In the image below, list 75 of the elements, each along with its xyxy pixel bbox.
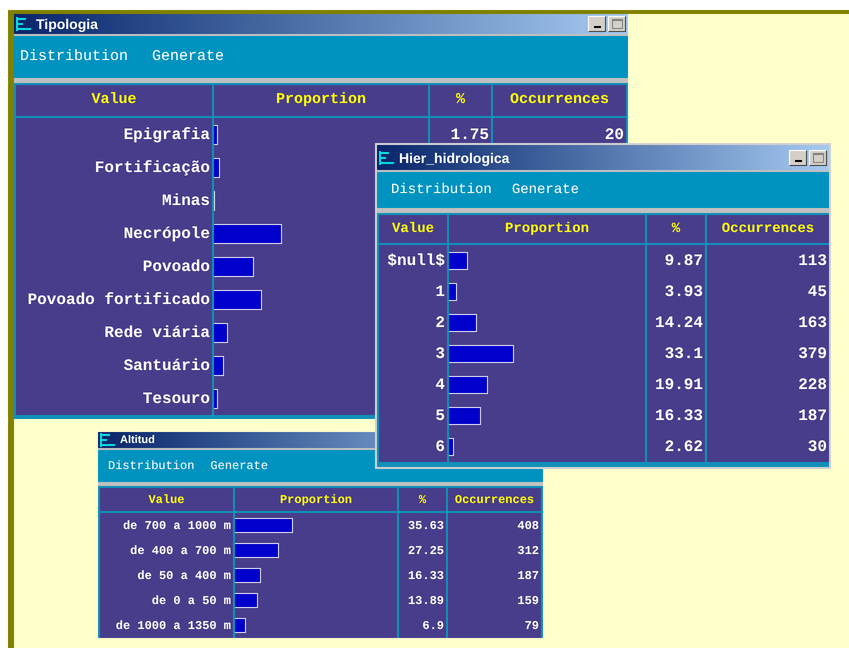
table-cell-text: 408 [517,518,539,534]
table-cell: 4 [379,369,447,400]
table-cell-text: 312 [517,542,539,560]
table-cell-text: 13.89 [408,592,444,610]
table-cell: $null$ [379,245,447,276]
maximize-button[interactable] [809,150,827,166]
column-header: % [647,215,705,243]
table-cell-text: 187 [517,568,539,584]
table-cell-text: 163 [798,312,827,334]
table-cell-text: 19.91 [654,374,703,396]
minimize-button[interactable] [588,16,606,32]
window-title: Tipologia [36,17,98,31]
table-cell: de 0 a 50 m [100,588,233,613]
table-cell-text: 30 [808,436,827,458]
table-cell: Necrópole [16,217,212,250]
table-cell-text: 45 [808,282,827,302]
window-icon [16,17,32,31]
maximize-button[interactable] [608,16,626,32]
table-cell-text: 20 [604,124,624,146]
table-cell: Fortificação [16,151,212,184]
menu-item[interactable]: Generate [152,46,224,68]
table-cell-text: 228 [798,374,827,396]
menu-item[interactable]: Distribution [20,46,128,68]
column-header: Value [379,215,447,243]
table-cell-text: 6.9 [422,618,444,634]
table-cell: 1 [379,276,447,307]
minimize-button[interactable] [789,150,807,166]
table-cell: 6 [379,431,447,462]
table-cell: de 400 a 700 m [100,538,233,563]
table-cell: 2 [379,307,447,338]
table-cell: Epigrafia [16,118,212,151]
table-cell: de 700 a 1000 m [100,513,233,538]
table-cell-text: 33.1 [664,344,703,364]
table-cell-text: 379 [798,344,827,364]
menu-item[interactable]: Distribution [391,180,492,200]
table-cell-text: 9.87 [664,250,703,272]
table-cell-text: 16.33 [408,568,444,584]
column-header: Value [100,488,233,511]
table-cell: 5 [379,400,447,431]
table-cell: Minas [16,184,212,217]
table-cell: Rede viária [16,316,212,349]
table-cell: Santuário [16,349,212,382]
window-icon [379,150,395,164]
table-cell: Povoado fortificado [16,283,212,316]
table-cell-text: 16.33 [654,406,703,426]
table-cell: de 50 a 400 m [100,563,233,588]
column-header: Proportion [235,488,397,511]
column-header: % [399,488,446,511]
window-title: Hier_hidrologica [399,150,510,164]
column-header: % [430,85,491,116]
column-header: Occurrences [493,85,626,116]
table-cell-text: 79 [524,618,539,634]
column-header: Occurrences [448,488,541,511]
table-cell: de 1000 a 1350 m [100,613,233,638]
menu-item[interactable]: Generate [512,180,580,200]
column-header: Proportion [214,85,428,116]
table-cell-text: 113 [798,250,827,272]
menu-item[interactable]: Generate [210,457,268,475]
window-title: Altitud [120,434,155,446]
table-cell: Tesouro [16,382,212,415]
table-cell-text: 159 [517,592,539,610]
column-header: Occurrences [707,215,829,243]
column-header: Proportion [449,215,645,243]
table-cell: 3 [379,338,447,369]
table-cell-text: 3.93 [664,282,703,302]
table-cell-text: 27.25 [408,542,444,560]
table-cell-text: 2.62 [664,436,703,458]
table-cell-text: 187 [798,406,827,426]
table-cell-text: 35.63 [408,518,444,534]
table-cell: Povoado [16,250,212,283]
window-icon [100,433,116,447]
table-cell-text: 1.75 [450,124,489,146]
menu-item[interactable]: Distribution [108,457,194,475]
column-header: Value [16,85,212,116]
table-cell-text: 14.24 [654,312,703,334]
